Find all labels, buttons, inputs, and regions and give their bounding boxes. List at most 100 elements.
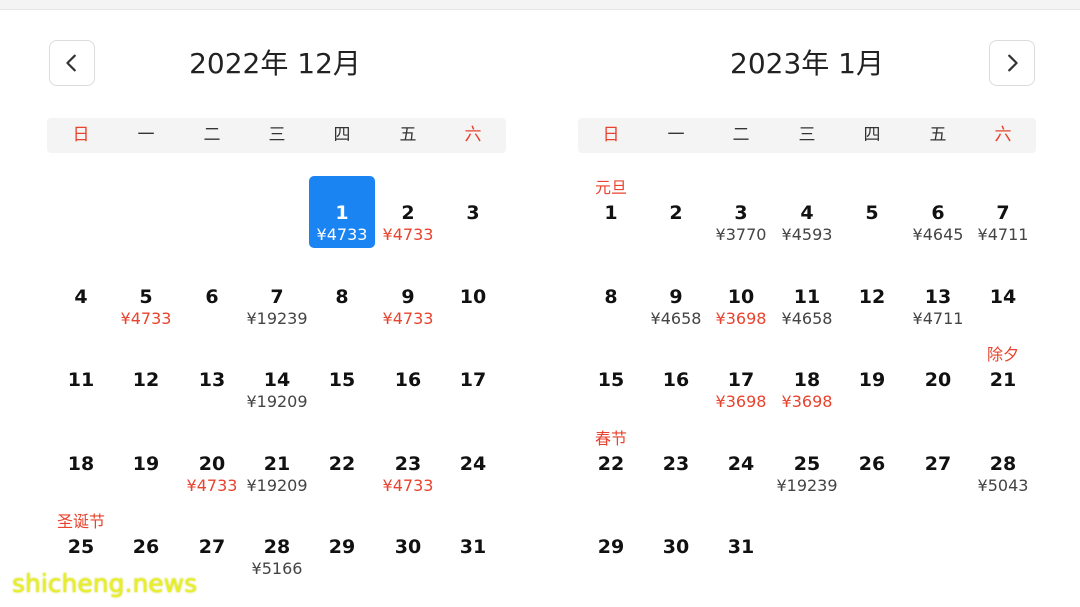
day-number: 13	[924, 286, 952, 308]
day-cell[interactable]: 14	[970, 262, 1036, 334]
day-cell[interactable]: 23	[643, 429, 709, 501]
day-cell[interactable]: 13 ¥4711	[905, 262, 971, 334]
day-number: 31	[459, 536, 487, 558]
day-cell[interactable]: 22	[309, 429, 375, 501]
day-number: 7	[270, 286, 284, 308]
day-cell[interactable]: 28 ¥5166	[244, 512, 310, 584]
prev-month-button[interactable]	[49, 40, 95, 86]
day-price: ¥19209	[246, 476, 308, 495]
day-cell[interactable]: 11	[48, 345, 114, 417]
day-number: 17	[727, 369, 755, 391]
day-number: 25	[793, 453, 821, 475]
day-cell[interactable]: 5	[839, 178, 905, 250]
next-month-button[interactable]	[989, 40, 1035, 86]
day-cell[interactable]: 17	[440, 345, 506, 417]
day-cell[interactable]: 24	[440, 429, 506, 501]
day-cell[interactable]: 18	[48, 429, 114, 501]
day-number: 22	[597, 453, 625, 475]
day-price: ¥4733	[316, 225, 368, 244]
day-cell[interactable]: 春节 22	[578, 429, 644, 501]
day-cell[interactable]: 17 ¥3698	[708, 345, 774, 417]
day-cell[interactable]: 11 ¥4658	[774, 262, 840, 334]
day-number: 12	[858, 286, 886, 308]
day-cell[interactable]: 8	[309, 262, 375, 334]
day-number: 11	[793, 286, 821, 308]
day-number: 12	[132, 369, 160, 391]
day-number: 31	[727, 536, 755, 558]
month-title-right: 2023年 1月	[730, 47, 884, 80]
day-cell[interactable]: 9 ¥4733	[375, 262, 441, 334]
day-number: 3	[734, 202, 748, 224]
day-cell[interactable]: 12	[839, 262, 905, 334]
day-cell[interactable]: 除夕 21	[970, 345, 1036, 417]
day-cell[interactable]: 21 ¥19209	[244, 429, 310, 501]
weekday-header-left: 日一二三四五六	[47, 118, 506, 153]
day-cell[interactable]: 31	[440, 512, 506, 584]
day-cell[interactable]: 23 ¥4733	[375, 429, 441, 501]
day-cell[interactable]: 16	[375, 345, 441, 417]
weekday-label: 日	[72, 125, 90, 145]
day-price: ¥3698	[781, 392, 833, 411]
weekday-label: 四	[333, 125, 351, 145]
day-cell[interactable]: 24	[708, 429, 774, 501]
day-number: 6	[931, 202, 945, 224]
day-price: ¥5043	[977, 476, 1029, 495]
day-cell[interactable]: 26	[839, 429, 905, 501]
day-number: 10	[459, 286, 487, 308]
weekday-label: 三	[798, 125, 816, 145]
day-cell[interactable]: 29	[578, 512, 644, 584]
day-number: 8	[604, 286, 618, 308]
day-number: 28	[263, 536, 291, 558]
day-cell[interactable]: 7 ¥19239	[244, 262, 310, 334]
day-number: 4	[74, 286, 88, 308]
day-price: ¥4733	[382, 225, 434, 244]
day-cell[interactable]: 15	[578, 345, 644, 417]
month-title-left: 2022年 12月	[189, 47, 361, 80]
day-cell[interactable]: 元旦 1	[578, 178, 644, 250]
day-price: ¥4733	[382, 309, 434, 328]
day-cell[interactable]: 29	[309, 512, 375, 584]
day-cell[interactable]: 19	[839, 345, 905, 417]
day-cell[interactable]: 7 ¥4711	[970, 178, 1036, 250]
day-number: 20	[198, 453, 226, 475]
day-cell[interactable]: 5 ¥4733	[113, 262, 179, 334]
day-number: 1	[604, 202, 618, 224]
day-cell[interactable]: 12	[113, 345, 179, 417]
day-cell[interactable]: 30	[643, 512, 709, 584]
weekday-label: 日	[602, 125, 620, 145]
day-number: 30	[394, 536, 422, 558]
day-number: 24	[459, 453, 487, 475]
day-cell[interactable]: 4 ¥4593	[774, 178, 840, 250]
day-number: 13	[198, 369, 226, 391]
day-number: 27	[924, 453, 952, 475]
day-number: 29	[597, 536, 625, 558]
day-cell[interactable]: 28 ¥5043	[970, 429, 1036, 501]
weekday-label: 二	[203, 125, 221, 145]
holiday-label: 除夕	[986, 345, 1019, 364]
day-number: 11	[67, 369, 95, 391]
day-number: 8	[335, 286, 349, 308]
day-number: 21	[989, 369, 1017, 391]
day-cell[interactable]: 18 ¥3698	[774, 345, 840, 417]
day-cell[interactable]: 3 ¥3770	[708, 178, 774, 250]
day-cell[interactable]: 25 ¥19239	[774, 429, 840, 501]
day-cell[interactable]: 30	[375, 512, 441, 584]
day-cell[interactable]: 10	[440, 262, 506, 334]
day-price: ¥4711	[912, 309, 964, 328]
day-cell[interactable]: 15	[309, 345, 375, 417]
day-price: ¥4593	[781, 225, 833, 244]
day-cell[interactable]: 31	[708, 512, 774, 584]
day-price: ¥5166	[251, 559, 303, 578]
day-cell[interactable]: 3	[440, 178, 506, 250]
day-cell[interactable]: 10 ¥3698	[708, 262, 774, 334]
day-cell[interactable]: 14 ¥19209	[244, 345, 310, 417]
day-number: 15	[597, 369, 625, 391]
day-number: 18	[793, 369, 821, 391]
holiday-label: 圣诞节	[56, 512, 105, 531]
day-number: 26	[132, 536, 160, 558]
day-number: 14	[263, 369, 291, 391]
day-cell[interactable]: 1 ¥4733	[309, 176, 375, 250]
day-number: 16	[394, 369, 422, 391]
day-cell[interactable]: 2 ¥4733	[375, 178, 441, 250]
day-cell[interactable]: 19	[113, 429, 179, 501]
